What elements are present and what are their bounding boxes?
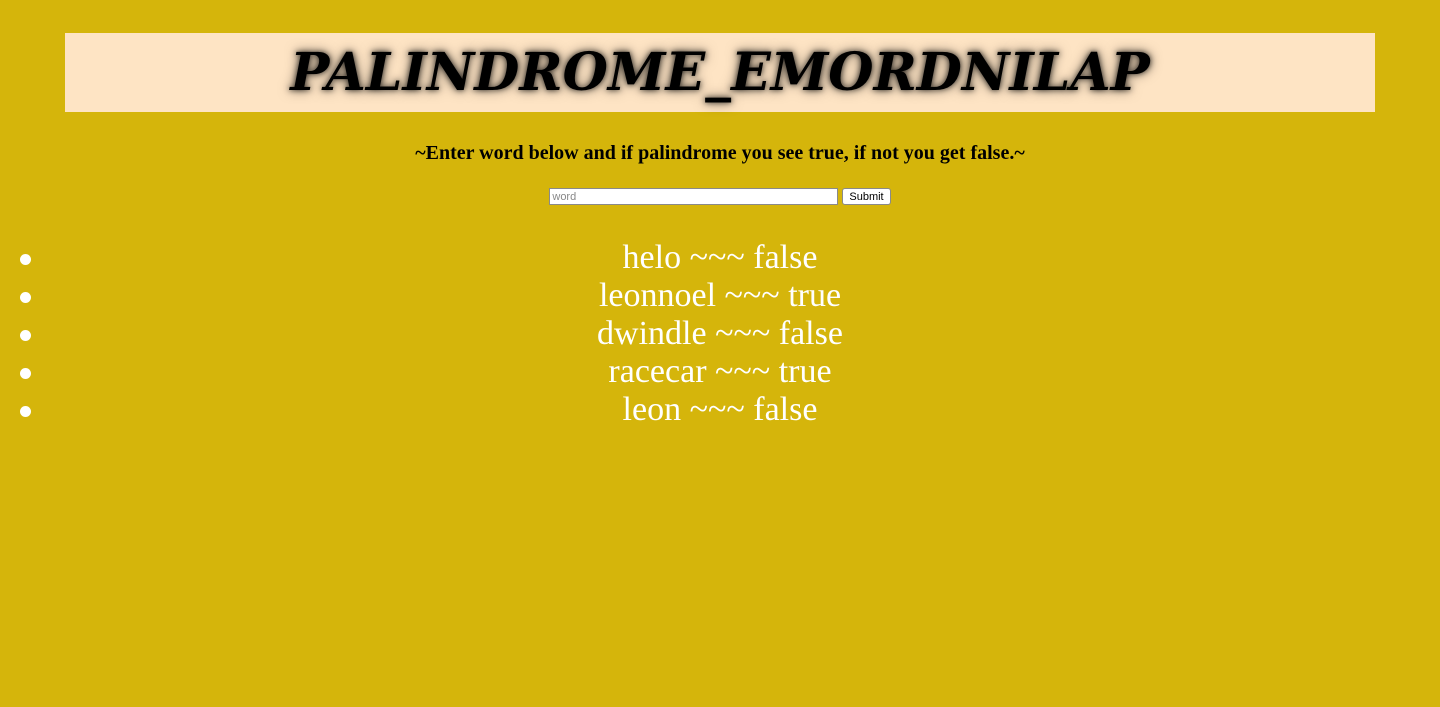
result-text: leonnoel ~~~ true [598,277,842,314]
list-item: dwindle ~~~ false [0,315,1440,353]
bullet-icon [20,406,31,417]
result-text: leon ~~~ false [622,391,818,428]
submit-button[interactable]: Submit [842,188,891,205]
bullet-icon [20,254,31,265]
title-banner: PALINDROME_EMORDNILAP [65,33,1375,112]
list-item: leon ~~~ false [0,391,1440,429]
bullet-icon [20,330,31,341]
page-title: PALINDROME_EMORDNILAP [290,42,1150,103]
result-text: racecar ~~~ true [608,353,832,390]
palindrome-form: Submit [0,188,1440,205]
instructions-text: ~Enter word below and if palindrome you … [415,142,1025,164]
bullet-icon [20,368,31,379]
bullet-icon [20,292,31,303]
list-item: racecar ~~~ true [0,353,1440,391]
word-input[interactable] [549,188,839,205]
result-text: dwindle ~~~ false [597,315,843,352]
list-item: helo ~~~ false [0,239,1440,277]
results-list: helo ~~~ false leonnoel ~~~ true dwindle… [0,239,1440,429]
result-text: helo ~~~ false [622,239,818,276]
list-item: leonnoel ~~~ true [0,277,1440,315]
